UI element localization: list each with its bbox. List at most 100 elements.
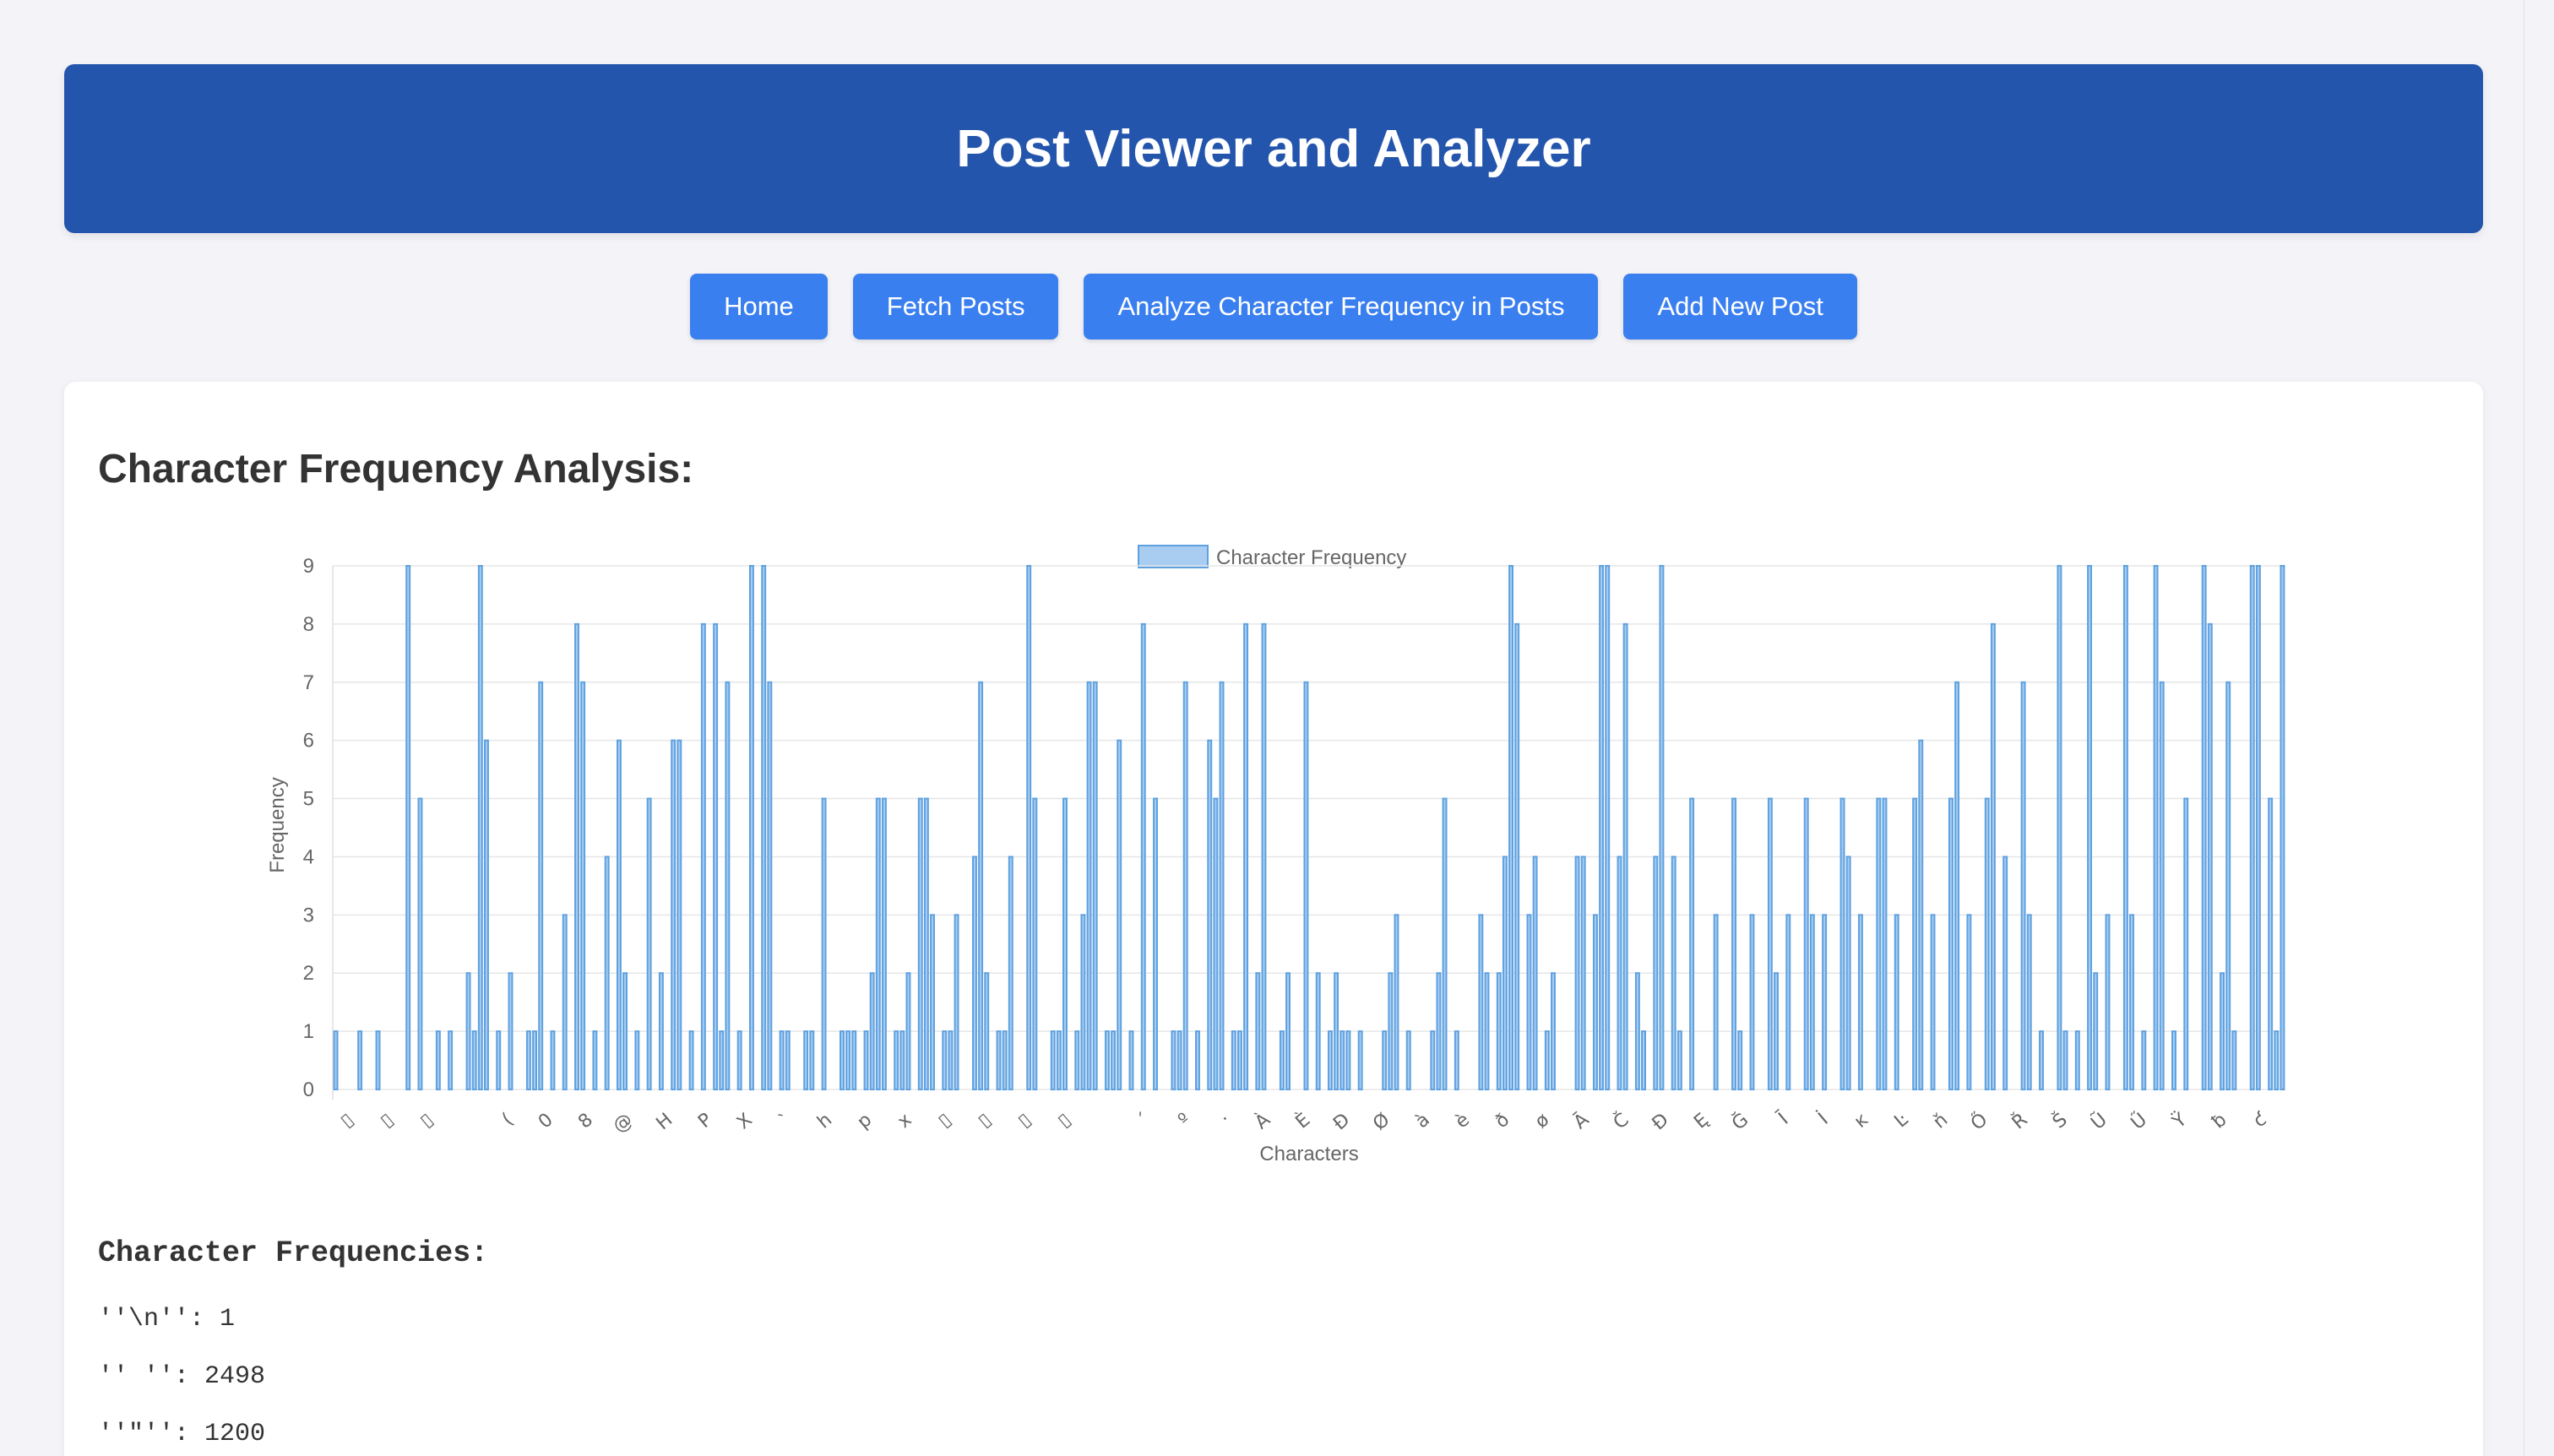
bar[interactable] bbox=[1080, 914, 1086, 1090]
bar[interactable] bbox=[1255, 972, 1261, 1090]
bar[interactable] bbox=[574, 622, 579, 1090]
bar[interactable] bbox=[1894, 914, 1899, 1090]
bar[interactable] bbox=[899, 1030, 905, 1090]
bar[interactable] bbox=[719, 1030, 725, 1090]
bar[interactable] bbox=[1508, 565, 1514, 1090]
bar[interactable] bbox=[881, 797, 887, 1090]
bar[interactable] bbox=[767, 681, 773, 1090]
bar[interactable] bbox=[1526, 914, 1532, 1090]
bar[interactable] bbox=[700, 622, 706, 1090]
bar[interactable] bbox=[580, 681, 586, 1090]
bar[interactable] bbox=[1551, 972, 1556, 1090]
bar[interactable] bbox=[2129, 914, 2134, 1090]
bar[interactable] bbox=[748, 565, 754, 1090]
bar[interactable] bbox=[1176, 1030, 1182, 1090]
bar[interactable] bbox=[1496, 972, 1502, 1090]
bar[interactable] bbox=[779, 1030, 785, 1090]
bar[interactable] bbox=[1659, 565, 1665, 1090]
bar[interactable] bbox=[1912, 797, 1918, 1090]
bar[interactable] bbox=[646, 797, 652, 1090]
bar[interactable] bbox=[1334, 972, 1339, 1090]
bar[interactable] bbox=[851, 1030, 857, 1090]
bar[interactable] bbox=[1086, 681, 1092, 1090]
bar[interactable] bbox=[948, 1030, 954, 1090]
bar[interactable] bbox=[1580, 856, 1586, 1090]
bar[interactable] bbox=[942, 1030, 948, 1090]
bar[interactable] bbox=[1279, 1030, 1285, 1090]
bar[interactable] bbox=[1918, 739, 1924, 1090]
bar[interactable] bbox=[1676, 1030, 1682, 1090]
bar[interactable] bbox=[1219, 681, 1225, 1090]
bar[interactable] bbox=[2122, 565, 2128, 1090]
bar[interactable] bbox=[375, 1030, 381, 1090]
bar[interactable] bbox=[1104, 1030, 1110, 1090]
bar[interactable] bbox=[1502, 856, 1508, 1090]
bar[interactable] bbox=[1514, 622, 1520, 1090]
bar[interactable] bbox=[448, 1030, 454, 1090]
bar[interactable] bbox=[405, 565, 411, 1090]
bar[interactable] bbox=[1128, 1030, 1134, 1090]
bar[interactable] bbox=[996, 1030, 1002, 1090]
bar[interactable] bbox=[484, 739, 489, 1090]
bar[interactable] bbox=[954, 914, 959, 1090]
bar[interactable] bbox=[1641, 1030, 1646, 1090]
bar[interactable] bbox=[1930, 914, 1936, 1090]
bar[interactable] bbox=[1653, 856, 1659, 1090]
bar[interactable] bbox=[1990, 622, 1996, 1090]
bar[interactable] bbox=[525, 1030, 531, 1090]
bar[interactable] bbox=[736, 1030, 742, 1090]
bar[interactable] bbox=[978, 681, 984, 1090]
bar[interactable] bbox=[562, 914, 568, 1090]
bar[interactable] bbox=[1032, 797, 1038, 1090]
bar[interactable] bbox=[2274, 1030, 2280, 1090]
bar[interactable] bbox=[1599, 565, 1605, 1090]
bar[interactable] bbox=[2093, 972, 2099, 1090]
bar[interactable] bbox=[1622, 622, 1628, 1090]
bar[interactable] bbox=[1182, 681, 1188, 1090]
bar[interactable] bbox=[1236, 1030, 1242, 1090]
bar[interactable] bbox=[1315, 972, 1321, 1090]
bar[interactable] bbox=[1544, 1030, 1550, 1090]
bar[interactable] bbox=[1382, 1030, 1388, 1090]
bar[interactable] bbox=[1845, 856, 1851, 1090]
bar[interactable] bbox=[1345, 1030, 1351, 1090]
bar[interactable] bbox=[2268, 797, 2274, 1090]
bar[interactable] bbox=[972, 856, 977, 1090]
bar[interactable] bbox=[417, 797, 423, 1090]
bar[interactable] bbox=[875, 797, 881, 1090]
bar[interactable] bbox=[1713, 914, 1719, 1090]
bar[interactable] bbox=[1689, 797, 1695, 1090]
bar[interactable] bbox=[1357, 1030, 1363, 1090]
bar[interactable] bbox=[1231, 1030, 1236, 1090]
bar[interactable] bbox=[2057, 565, 2062, 1090]
bar[interactable] bbox=[1671, 856, 1676, 1090]
bar[interactable] bbox=[905, 972, 911, 1090]
bar[interactable] bbox=[984, 972, 990, 1090]
bar[interactable] bbox=[809, 1030, 815, 1090]
bar[interactable] bbox=[2002, 856, 2008, 1090]
bar[interactable] bbox=[1803, 797, 1809, 1090]
bar[interactable] bbox=[1117, 739, 1122, 1090]
bar[interactable] bbox=[616, 739, 622, 1090]
bar[interactable] bbox=[1478, 914, 1484, 1090]
bar[interactable] bbox=[604, 856, 610, 1090]
bar[interactable] bbox=[863, 1030, 869, 1090]
bar[interactable] bbox=[592, 1030, 598, 1090]
bar[interactable] bbox=[1328, 1030, 1333, 1090]
bar[interactable] bbox=[1774, 972, 1779, 1090]
bar[interactable] bbox=[2105, 914, 2111, 1090]
bar[interactable] bbox=[821, 797, 827, 1090]
bar[interactable] bbox=[2220, 972, 2225, 1090]
bar[interactable] bbox=[1731, 797, 1737, 1090]
bar[interactable] bbox=[1442, 797, 1448, 1090]
bar[interactable] bbox=[930, 914, 935, 1090]
bar[interactable] bbox=[1243, 622, 1249, 1090]
bar[interactable] bbox=[2231, 1030, 2237, 1090]
bar[interactable] bbox=[1405, 1030, 1411, 1090]
bar[interactable] bbox=[688, 1030, 694, 1090]
bar[interactable] bbox=[1140, 622, 1146, 1090]
bar[interactable] bbox=[1111, 1030, 1117, 1090]
bar[interactable] bbox=[634, 1030, 640, 1090]
bar[interactable] bbox=[2020, 681, 2026, 1090]
bar[interactable] bbox=[435, 1030, 441, 1090]
